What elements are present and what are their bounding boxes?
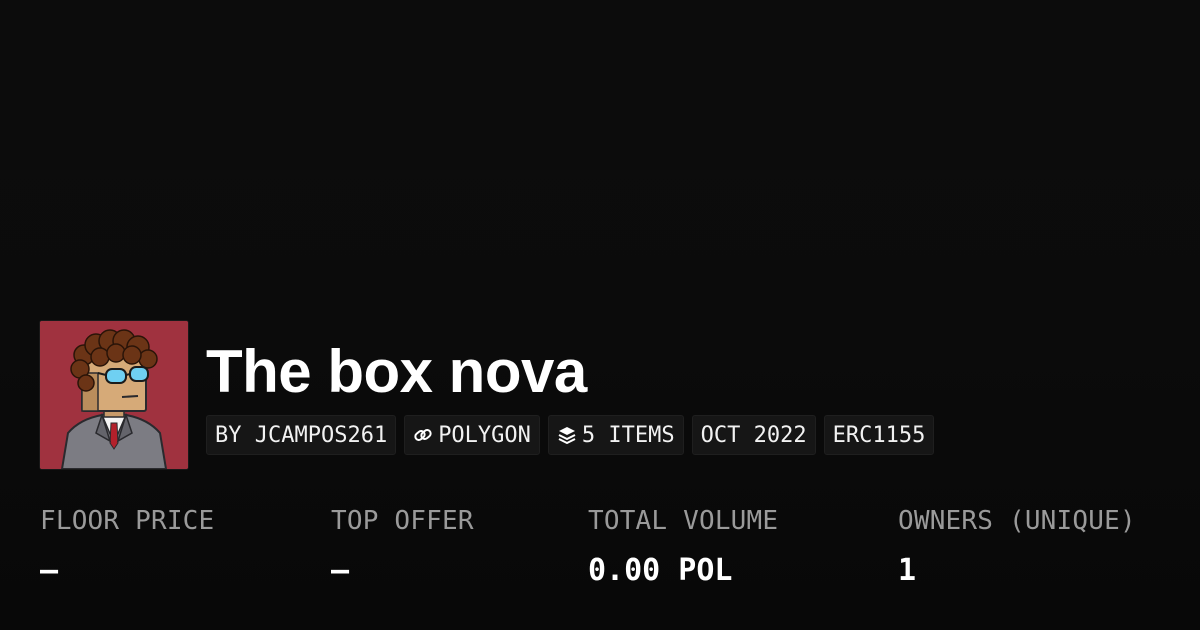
collection-avatar bbox=[40, 321, 188, 469]
stat-value: 1 bbox=[898, 553, 917, 588]
standard-chip: ERC1155 bbox=[823, 415, 935, 455]
stat-label: OWNERS (UNIQUE) bbox=[898, 506, 1136, 536]
collection-meta-chips: BY JCAMPOS261 POLYGON 5 ITEMS OCT 2022 E… bbox=[206, 415, 935, 455]
layers-icon bbox=[557, 425, 577, 445]
stat-floor-price: FLOOR PRICE – bbox=[40, 502, 214, 590]
creator-chip[interactable]: BY JCAMPOS261 bbox=[206, 415, 397, 455]
items-label: 5 ITEMS bbox=[581, 422, 675, 448]
stat-value: – bbox=[40, 553, 59, 588]
chain-chip[interactable]: POLYGON bbox=[404, 415, 540, 455]
items-chip: 5 ITEMS bbox=[547, 415, 684, 455]
stat-label: TOP OFFER bbox=[331, 506, 474, 536]
stat-value: 0.00 POL bbox=[588, 553, 733, 588]
stat-total-volume: TOTAL VOLUME 0.00 POL bbox=[588, 502, 778, 590]
collection-stats: FLOOR PRICE – TOP OFFER – TOTAL VOLUME 0… bbox=[0, 502, 1200, 602]
collection-title: The box nova bbox=[206, 338, 587, 405]
chain-label: POLYGON bbox=[438, 422, 531, 448]
avatar-cartoon-man-icon bbox=[40, 321, 188, 469]
stat-top-offer: TOP OFFER – bbox=[331, 502, 474, 590]
stat-value: – bbox=[331, 553, 350, 588]
stat-owners: OWNERS (UNIQUE) 1 bbox=[898, 502, 1136, 590]
link-icon bbox=[413, 425, 433, 445]
date-chip: OCT 2022 bbox=[691, 415, 816, 455]
date-label: OCT 2022 bbox=[700, 422, 807, 448]
stat-label: TOTAL VOLUME bbox=[588, 506, 779, 536]
stat-label: FLOOR PRICE bbox=[40, 506, 215, 536]
collection-og-card: The box nova BY JCAMPOS261 POLYGON 5 ITE… bbox=[0, 0, 1200, 630]
standard-label: ERC1155 bbox=[832, 422, 926, 448]
creator-label: BY JCAMPOS261 bbox=[215, 422, 388, 448]
